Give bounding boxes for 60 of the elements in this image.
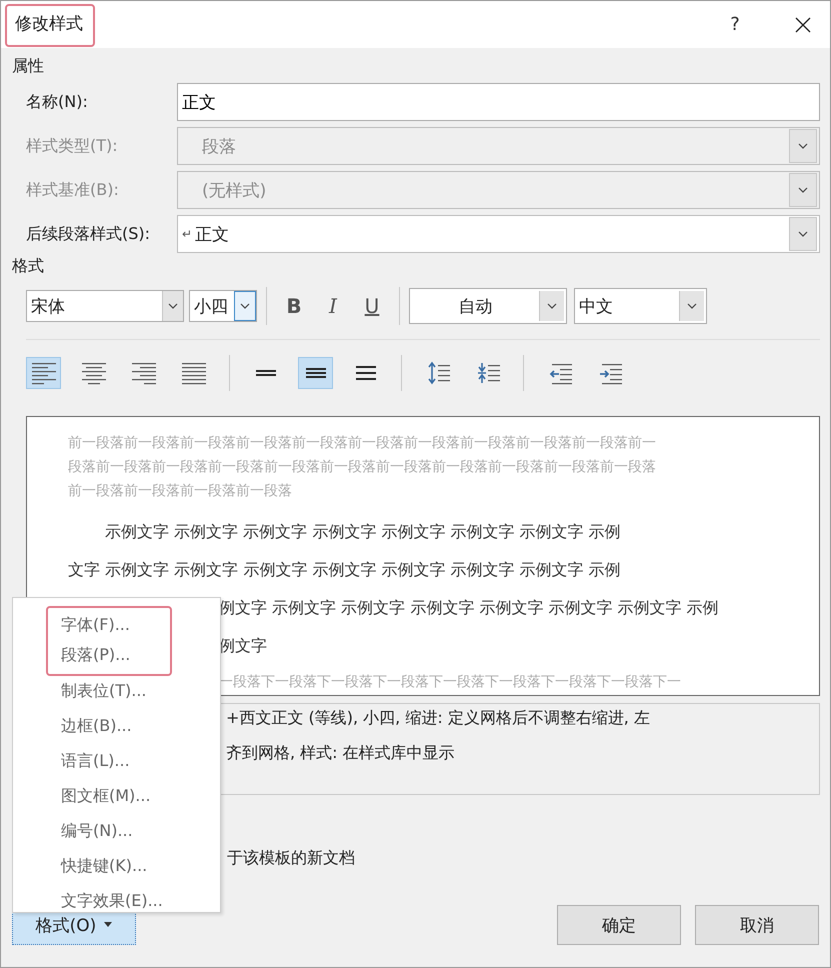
close-icon: [794, 16, 812, 34]
align-left-icon: [32, 361, 56, 385]
menu-item[interactable]: 图文框(M)...: [43, 781, 220, 816]
menu-item[interactable]: 段落(P)...: [61, 640, 170, 670]
font-dropdown[interactable]: 宋体: [26, 290, 184, 322]
line-spacing-button[interactable]: [298, 357, 333, 389]
dialog-button[interactable]: 取消: [695, 905, 819, 945]
menu-item[interactable]: 边框(B)...: [43, 711, 220, 746]
dialog-button[interactable]: 确定: [557, 905, 681, 945]
dropdown-value: 中文: [579, 296, 614, 318]
align-justify-icon: [182, 361, 206, 385]
description-text: +西文正文 (等线), 小四, 缩进: 定义网格后不调整右缩进, 左: [226, 707, 651, 729]
spacing-increase-icon: [426, 361, 450, 385]
indent-decrease-icon: [548, 361, 572, 385]
spacing-decrease-icon: [476, 361, 500, 385]
preview-text: 段落前一段落前一段落前一段落前一段落前一段落前一段落前一段落前一段落前一段落前一段落: [68, 458, 657, 477]
dropdown[interactable]: ↵ 正文: [177, 215, 820, 253]
script-dropdown[interactable]: 中文: [574, 288, 707, 324]
help-button[interactable]: ?: [720, 13, 750, 36]
line-spacing-icon: [356, 366, 376, 380]
window-title: 修改样式: [5, 4, 95, 47]
preview-text: 前一段落前一段落前一段落前一段落: [68, 482, 293, 501]
dropdown-value: 正文: [195, 224, 230, 246]
underline-button[interactable]: U: [354, 290, 390, 322]
dropdown-value: 自动: [458, 296, 494, 318]
menu-item[interactable]: 快捷键(K)...: [43, 851, 220, 886]
italic-button[interactable]: I: [315, 290, 351, 322]
line-spacing-icon: [306, 368, 326, 378]
caret-icon: [104, 922, 112, 928]
align-right-icon: [132, 361, 156, 385]
section-heading: 属性: [12, 56, 45, 77]
color-dropdown[interactable]: 自动: [409, 288, 567, 324]
dropdown-value: 小四: [194, 296, 229, 318]
paragraph-mark: ↵: [182, 227, 192, 241]
option-label: 于该模板的新文档: [227, 848, 355, 869]
section-heading: 格式: [12, 256, 45, 277]
dropdown-value: 宋体: [31, 296, 66, 318]
preview-text: 前一段落前一段落前一段落前一段落前一段落前一段落前一段落前一段落前一段落前一段落前一: [68, 434, 657, 453]
field-label: 后续段落样式(S):: [26, 224, 152, 244]
menu-item[interactable]: 制表位(T)...: [43, 676, 220, 711]
line-spacing-icon: [256, 370, 276, 376]
field-label: 名称(N):: [26, 92, 89, 112]
sample-text: 例文字: [219, 635, 268, 657]
menu-item[interactable]: 语言(L)...: [43, 746, 220, 781]
sample-text: 文字 示例文字 示例文字 示例文字 示例文字 示例文字 示例文字 示例文字 示例: [68, 559, 622, 581]
sample-text: 示例文字 示例文字 示例文字 示例文字 示例文字 示例文字 示例文字 示例: [105, 521, 622, 543]
size-dropdown[interactable]: 小四: [189, 290, 257, 322]
bold-button[interactable]: B: [276, 290, 312, 322]
menu-item[interactable]: 编号(N)...: [43, 816, 220, 851]
dropdown-value: 段落: [202, 136, 237, 158]
menu-item[interactable]: 字体(F)...: [61, 610, 170, 640]
field-label: 样式类型(T):: [26, 136, 119, 156]
align-center-icon: [82, 361, 106, 385]
field-label: 样式基准(B):: [26, 180, 120, 200]
align-left-button[interactable]: [26, 357, 61, 389]
sample-text: 例文字 示例文字 示例文字 示例文字 示例文字 示例文字 示例文字 示例: [219, 597, 720, 619]
description-text: 齐到网格, 样式: 在样式库中显示: [226, 742, 456, 764]
input-field[interactable]: 正文: [177, 83, 820, 121]
dropdown-value: (无样式): [202, 180, 268, 202]
indent-increase-icon: [598, 361, 622, 385]
